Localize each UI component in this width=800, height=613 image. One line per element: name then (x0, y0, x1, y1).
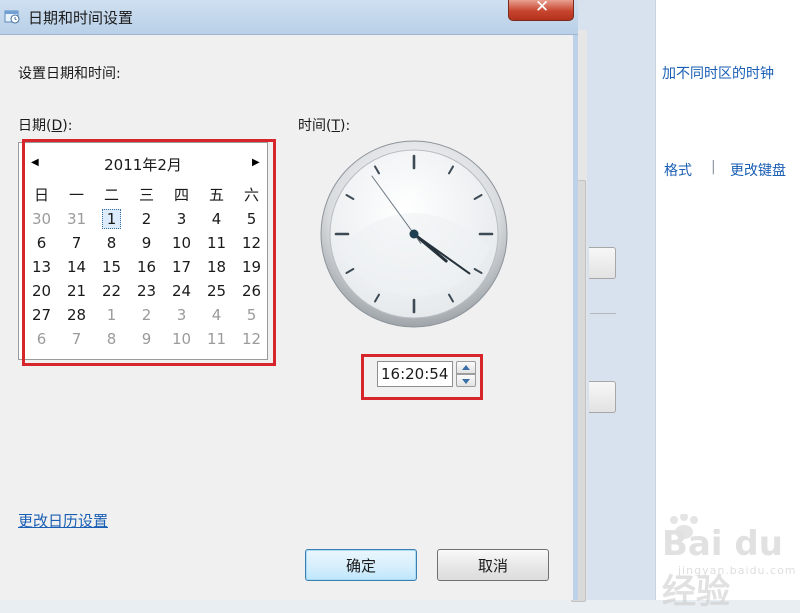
dialog-heading: 设置日期和时间: (18, 66, 121, 82)
background-content (655, 0, 800, 600)
background-link-keyboard[interactable]: 更改键盘 (730, 160, 786, 180)
background-sidebar (575, 0, 655, 600)
background-button-1[interactable] (589, 247, 616, 279)
background-separator: | (711, 159, 716, 175)
date-label-accesskey: D (51, 118, 63, 134)
background-button-2[interactable] (589, 381, 616, 413)
background-divider (590, 313, 616, 314)
baidu-jingyan-watermark: Bai du 经验 jingyan.baidu.com (614, 512, 797, 612)
ok-button[interactable]: 确定 (305, 549, 417, 581)
time-label-prefix: 时间( (298, 118, 332, 134)
cancel-button[interactable]: 取消 (437, 549, 549, 581)
background-link-timezone-clocks[interactable]: 加不同时区的时钟 (662, 63, 774, 83)
time-label: 时间(T): (298, 115, 350, 135)
date-label-suffix: ): (62, 118, 73, 134)
date-time-dialog: 日期和时间设置 ✕ 设置日期和时间: 日期(D): 时间(T): ◀ 2011年… (0, 0, 578, 600)
time-highlight-box (361, 354, 483, 400)
background-link-format[interactable]: 格式 (664, 160, 692, 180)
date-label-prefix: 日期( (18, 118, 52, 134)
dialog-title: 日期和时间设置 (28, 9, 134, 27)
watermark-url: jingyan.baidu.com (678, 564, 797, 577)
date-label: 日期(D): (18, 115, 72, 135)
time-label-accesskey: T (331, 118, 341, 134)
close-button[interactable]: ✕ (508, 0, 574, 21)
clock-center-pin (409, 229, 419, 239)
dialog-titlebar[interactable]: 日期和时间设置 ✕ (0, 0, 578, 35)
background-window (575, 0, 800, 600)
analog-clock (320, 140, 508, 328)
calendar-highlight-box (22, 139, 276, 366)
time-label-suffix: ): (340, 118, 351, 134)
date-time-icon (4, 10, 20, 24)
change-calendar-settings-link[interactable]: 更改日历设置 (18, 510, 108, 531)
close-icon: ✕ (535, 0, 550, 17)
